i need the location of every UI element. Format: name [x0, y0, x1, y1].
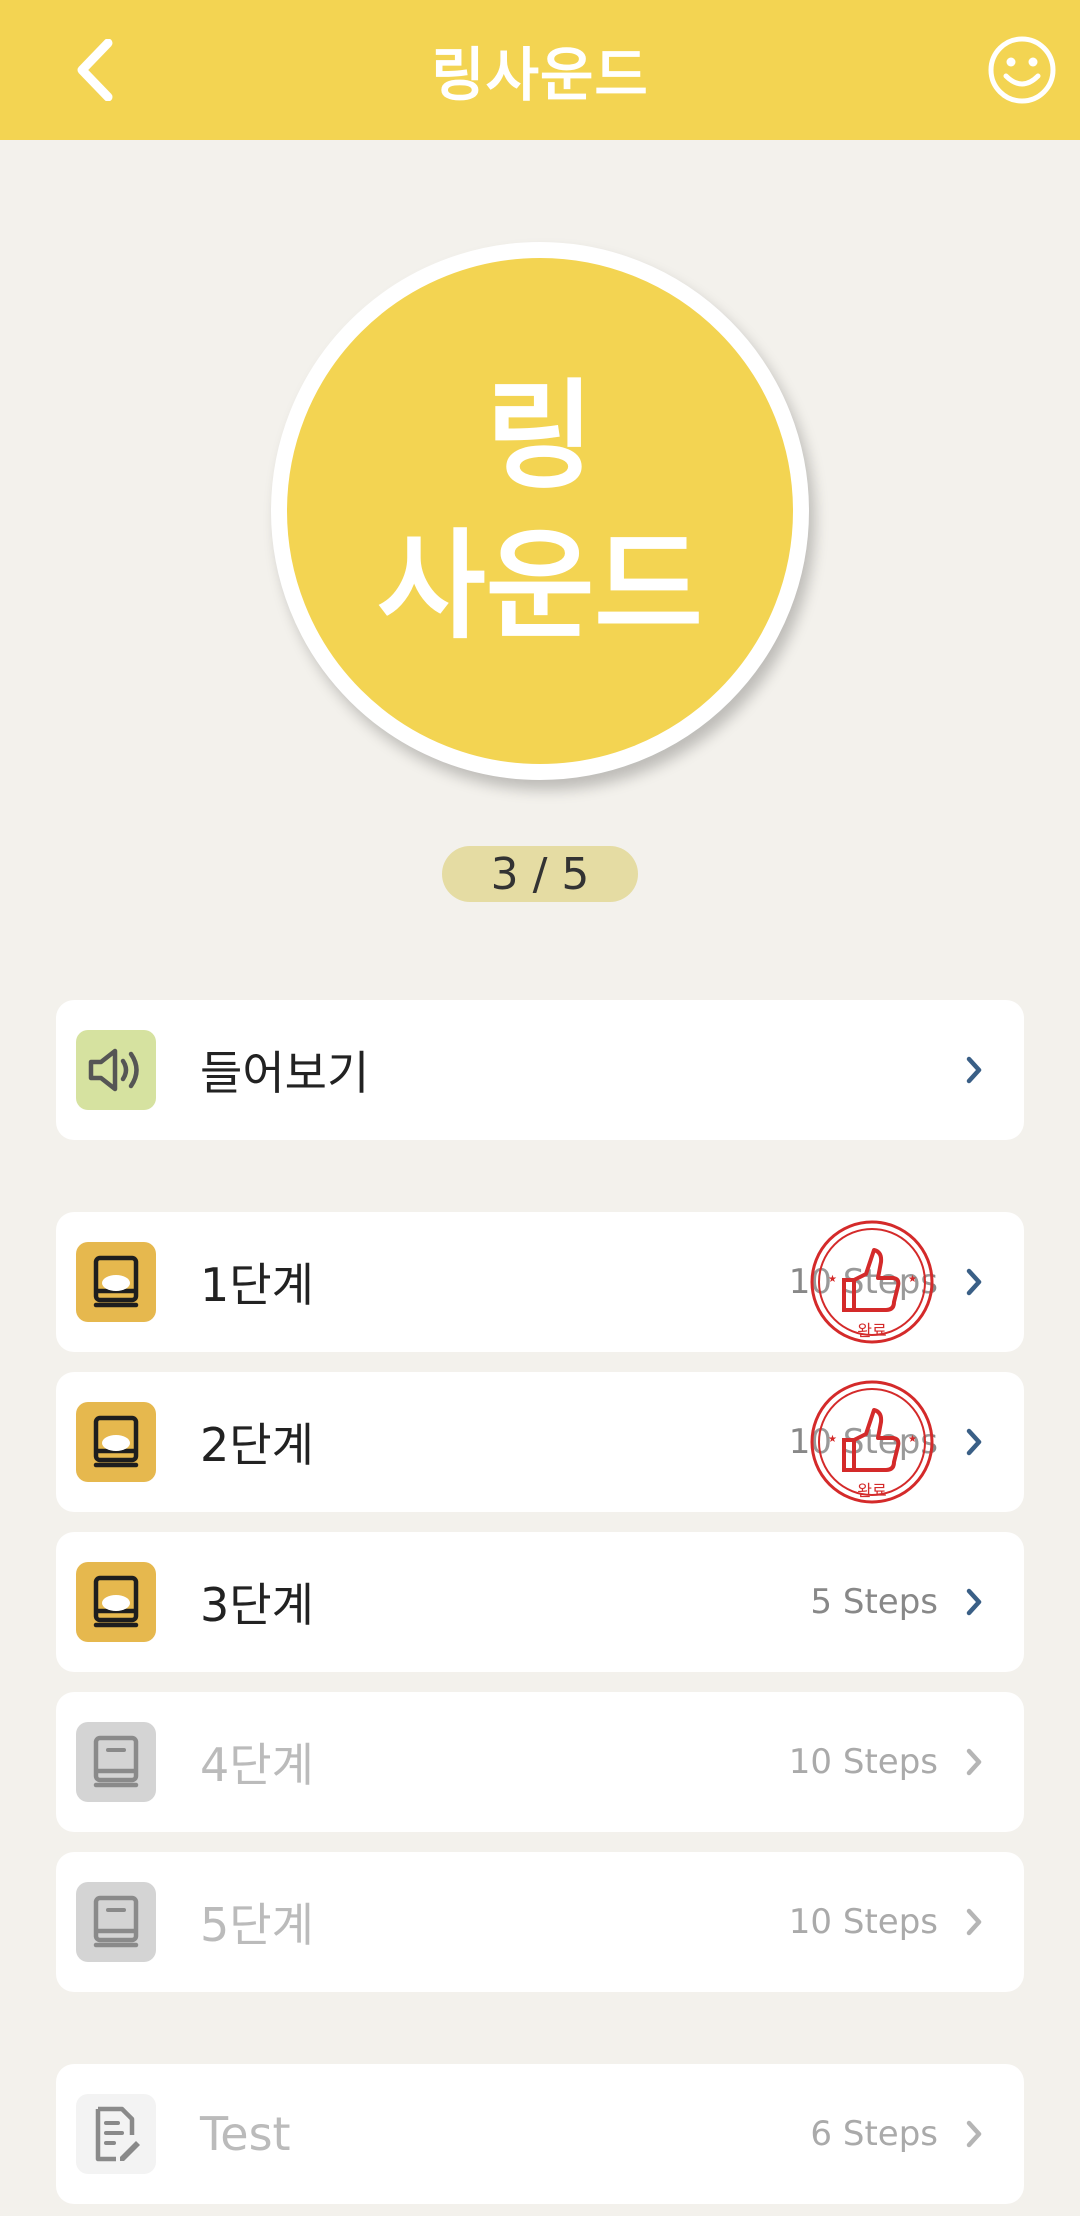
book-icon — [93, 1575, 139, 1628]
hero-title-circle: 링 사운드 — [271, 242, 809, 780]
svg-text:★: ★ — [908, 1274, 917, 1285]
level-4-card[interactable]: 4단계 10 Steps — [56, 1692, 1024, 1832]
chevron-right-icon — [966, 1748, 982, 1776]
level-label: 2단계 — [200, 1418, 314, 1472]
speaker-icon — [88, 1048, 139, 1092]
book-icon — [93, 1415, 139, 1468]
top-app-bar: 링사운드 — [0, 0, 1080, 140]
chevron-right-icon — [966, 1428, 982, 1456]
level-5-card[interactable]: 5단계 10 Steps — [56, 1852, 1024, 1992]
level-label: 4단계 — [200, 1738, 314, 1792]
test-icon-box — [76, 2094, 156, 2174]
level-icon-box — [76, 1402, 156, 1482]
level-2-card[interactable]: 2단계 10 Steps ★ ★ 완료 — [56, 1372, 1024, 1512]
chevron-right-icon — [966, 1908, 982, 1936]
book-icon — [93, 1895, 139, 1948]
chevron-right-icon — [966, 1268, 982, 1296]
thumbs-up-stamp-icon: ★ ★ 완료 — [810, 1220, 934, 1344]
stamp-text: 완료 — [857, 1481, 886, 1500]
hero-title-line1: 링 — [485, 367, 595, 505]
book-icon — [93, 1255, 139, 1308]
smiley-icon[interactable] — [986, 34, 1058, 106]
level-icon-box — [76, 1722, 156, 1802]
progress-indicator: 3 / 5 — [442, 846, 638, 902]
level-steps: 10 Steps — [788, 1742, 938, 1782]
svg-text:★: ★ — [908, 1434, 917, 1445]
level-icon-box — [76, 1242, 156, 1322]
level-icon-box — [76, 1882, 156, 1962]
svg-text:★: ★ — [828, 1434, 837, 1445]
stamp-text: 완료 — [857, 1321, 886, 1340]
chevron-right-icon — [966, 2120, 982, 2148]
level-steps: 10 Steps — [788, 1902, 938, 1942]
chevron-right-icon — [966, 1056, 982, 1084]
thumbs-up-stamp-icon: ★ ★ 완료 — [810, 1380, 934, 1504]
book-icon — [93, 1735, 139, 1788]
listen-icon-box — [76, 1030, 156, 1110]
level-label: 5단계 — [200, 1898, 314, 1952]
listen-label: 들어보기 — [200, 1046, 370, 1100]
level-label: 1단계 — [200, 1258, 314, 1312]
test-card[interactable]: Test 6 Steps — [56, 2064, 1024, 2204]
page-title: 링사운드 — [431, 41, 649, 109]
svg-text:★: ★ — [828, 1274, 837, 1285]
chevron-right-icon — [966, 1588, 982, 1616]
test-steps: 6 Steps — [810, 2114, 938, 2154]
level-label: 3단계 — [200, 1578, 314, 1632]
listen-card[interactable]: 들어보기 — [56, 1000, 1024, 1140]
test-sheet-icon — [95, 2106, 140, 2162]
level-icon-box — [76, 1562, 156, 1642]
level-steps: 5 Steps — [810, 1582, 938, 1622]
test-label: Test — [200, 2107, 291, 2161]
level-1-card[interactable]: 1단계 10 Steps ★ ★ 완료 — [56, 1212, 1024, 1352]
hero-title-line2: 사운드 — [377, 517, 703, 655]
level-3-card[interactable]: 3단계 5 Steps — [56, 1532, 1024, 1672]
